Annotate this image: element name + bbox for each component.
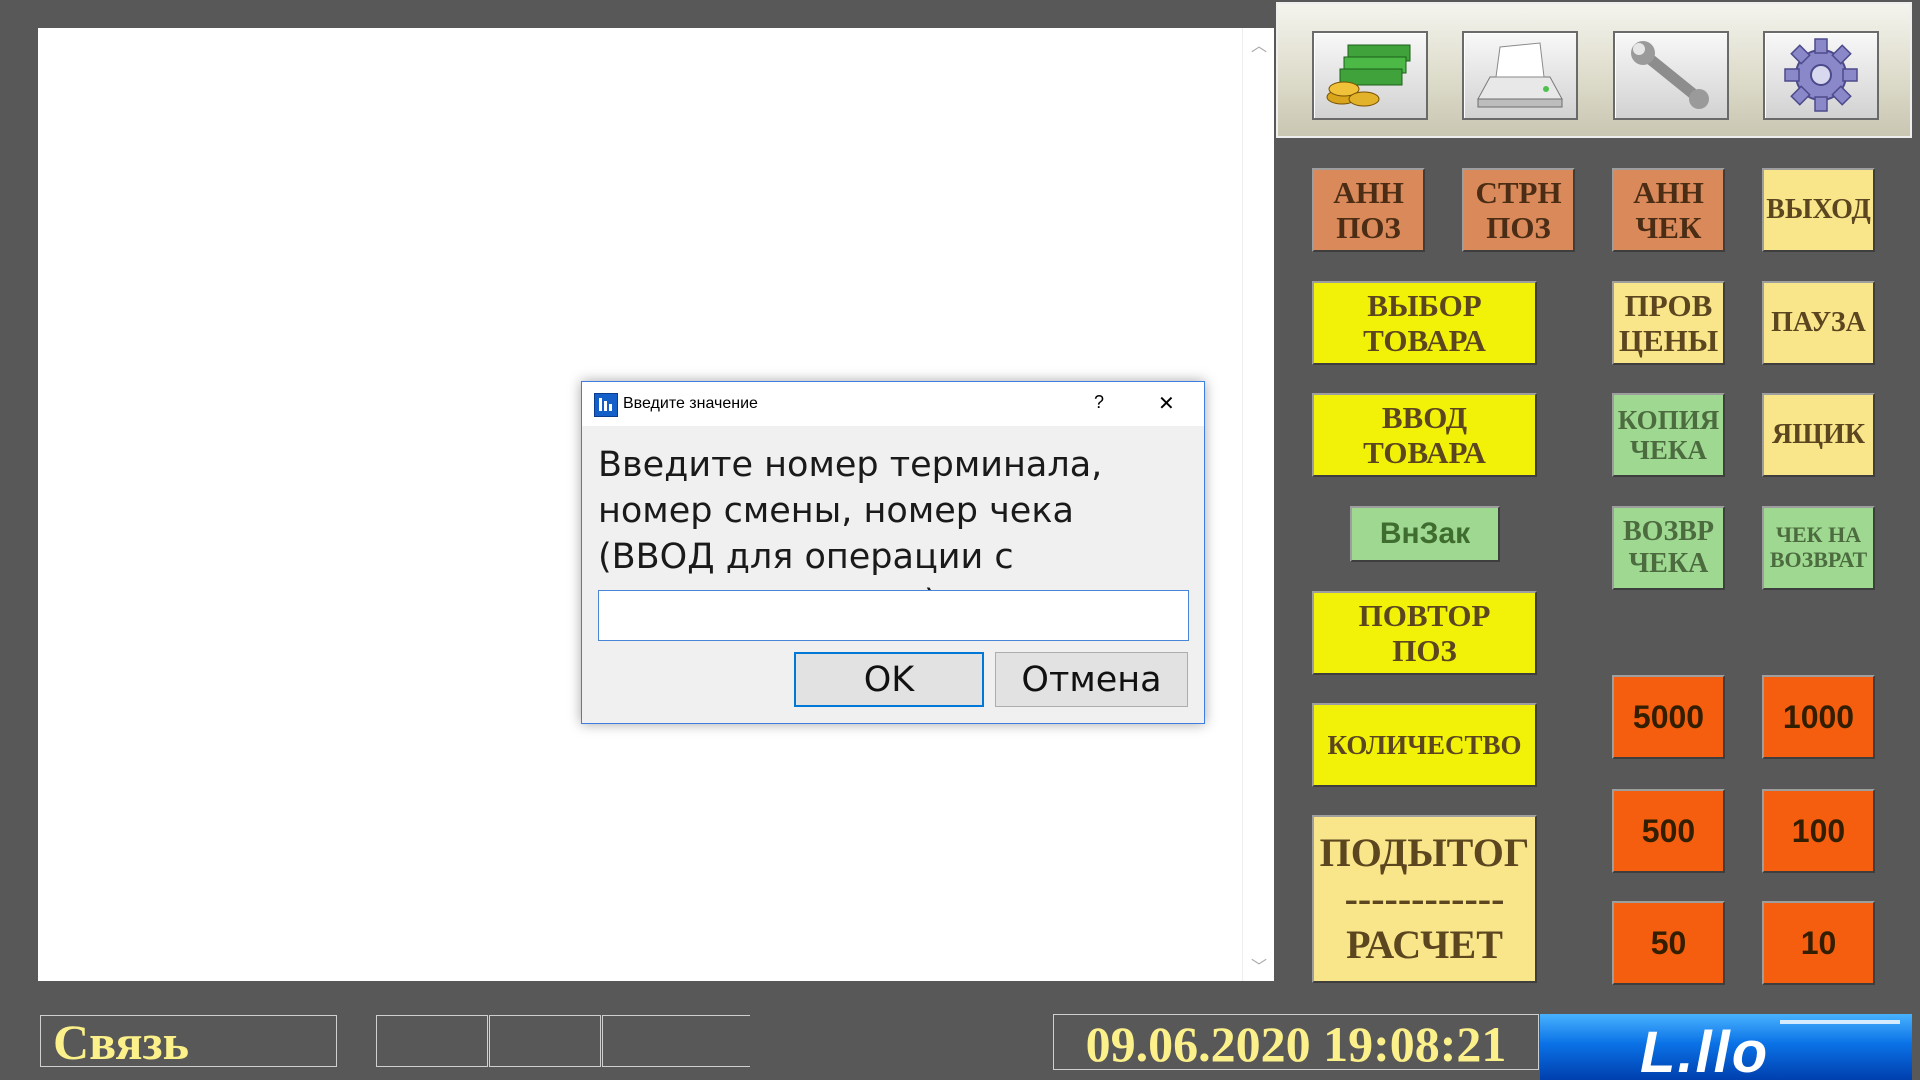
cancel-position-button[interactable]: АНН ПОЗ	[1312, 168, 1425, 252]
cancel-receipt-button[interactable]: АНН ЧЕК	[1612, 168, 1725, 252]
receipt-number-input[interactable]	[598, 590, 1189, 641]
logo-stripe	[1780, 1020, 1900, 1024]
return-receipt-button[interactable]: ВОЗВР ЧЕКА	[1612, 506, 1725, 590]
exit-button[interactable]: ВЫХОД	[1762, 168, 1875, 252]
brand-logo: L.llo	[1540, 1014, 1912, 1080]
function-toolbar	[1276, 2, 1912, 138]
scroll-up-icon[interactable]: ︿	[1243, 32, 1275, 56]
money-button[interactable]	[1312, 31, 1428, 120]
app-icon	[594, 393, 618, 417]
pause-button[interactable]: ПАУЗА	[1762, 281, 1875, 365]
wrench-button[interactable]	[1613, 31, 1729, 120]
status-cell	[602, 1015, 750, 1067]
logo-text: L.llo	[1640, 1020, 1770, 1080]
printer-button[interactable]	[1462, 31, 1578, 120]
subtotal-payment-button[interactable]: ПОДЫТОГ ------------ РАСЧЕТ	[1312, 815, 1537, 983]
amount-100-button[interactable]: 100	[1762, 789, 1875, 873]
quantity-button[interactable]: КОЛИЧЕСТВО	[1312, 703, 1537, 787]
cancel-button[interactable]: Отмена	[995, 652, 1188, 707]
amount-500-button[interactable]: 500	[1612, 789, 1725, 873]
gear-icon	[1784, 38, 1858, 112]
ok-button[interactable]: OK	[794, 652, 984, 707]
connection-status: Связь	[40, 1015, 337, 1067]
date-time-display: 09.06.2020 19:08:21	[1053, 1014, 1539, 1070]
amount-5000-button[interactable]: 5000	[1612, 675, 1725, 759]
money-icon	[1326, 44, 1411, 107]
select-product-button[interactable]: ВЫБОР ТОВАРА	[1312, 281, 1537, 365]
amount-10-button[interactable]: 10	[1762, 901, 1875, 985]
reverse-position-button[interactable]: СТРН ПОЗ	[1462, 168, 1575, 252]
refund-receipt-button[interactable]: ЧЕК НА ВОЗВРАТ	[1762, 506, 1875, 590]
wrench-icon	[1631, 41, 1709, 109]
status-cell	[376, 1015, 488, 1067]
amount-50-button[interactable]: 50	[1612, 901, 1725, 985]
scroll-down-icon[interactable]: ﹀	[1243, 953, 1275, 977]
status-cell	[489, 1015, 601, 1067]
internal-order-button[interactable]: ВнЗак	[1350, 506, 1500, 562]
settings-button[interactable]	[1763, 31, 1879, 120]
enter-product-button[interactable]: ВВОД ТОВАРА	[1312, 393, 1537, 477]
vertical-scrollbar[interactable]: ︿ ﹀	[1242, 28, 1274, 981]
cash-drawer-button[interactable]: ЯЩИК	[1762, 393, 1875, 477]
amount-1000-button[interactable]: 1000	[1762, 675, 1875, 759]
receipt-copy-button[interactable]: КОПИЯ ЧЕКА	[1612, 393, 1725, 477]
dialog-title-bar[interactable]: Введите значение ? ✕	[582, 382, 1204, 426]
enter-value-dialog: Введите значение ? ✕ Введите номер терми…	[581, 381, 1205, 724]
close-icon[interactable]: ✕	[1158, 391, 1175, 415]
dialog-title: Введите значение	[623, 395, 758, 412]
repeat-position-button[interactable]: ПОВТОР ПОЗ	[1312, 591, 1537, 675]
printer-icon	[1477, 42, 1563, 108]
help-icon[interactable]: ?	[1094, 392, 1104, 413]
check-price-button[interactable]: ПРОВ ЦЕНЫ	[1612, 281, 1725, 365]
